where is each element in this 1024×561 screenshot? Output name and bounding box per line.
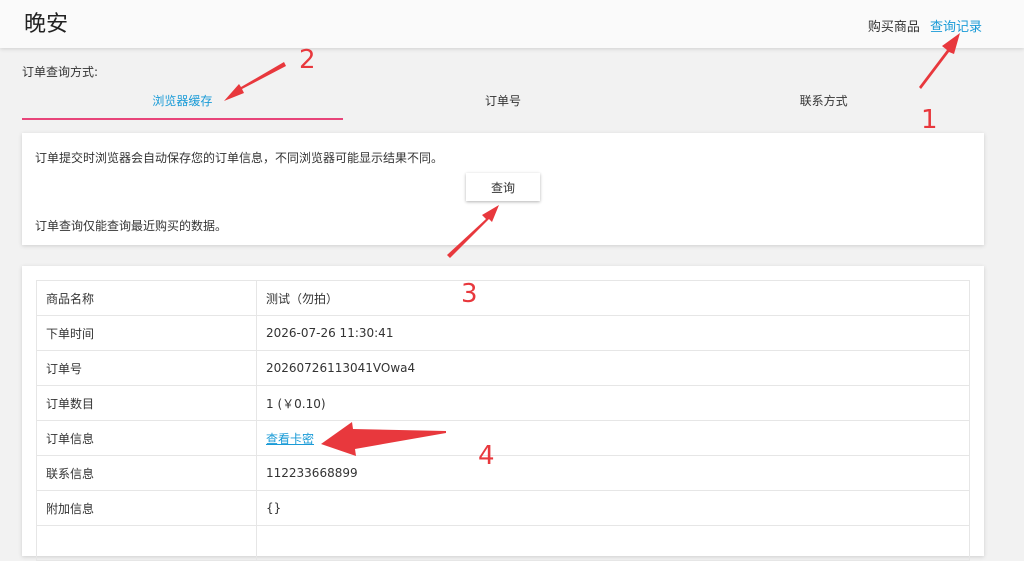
query-note: 订单查询仅能查询最近购买的数据。 — [35, 219, 228, 233]
row-key: 附加信息 — [36, 490, 257, 526]
annotation-label-2: 2 — [299, 45, 316, 75]
table-row: 商品名称 测试（勿拍） — [36, 280, 970, 316]
row-key: 订单号 — [36, 350, 257, 386]
query-description: 订单提交时浏览器会自动保存您的订单信息，不同浏览器可能显示结果不同。 — [35, 151, 444, 165]
query-method-label: 订单查询方式: — [22, 65, 99, 79]
top-nav: 购买商品 查询记录 — [862, 16, 982, 35]
row-value: 1 (￥0.10) — [256, 385, 970, 421]
query-method-tabs: 浏览器缓存 订单号 联系方式 — [22, 86, 984, 120]
table-row: 订单信息 查看卡密 — [36, 420, 970, 456]
tab-browser-cache[interactable]: 浏览器缓存 — [22, 86, 343, 120]
site-brand[interactable]: 晚安 — [24, 6, 68, 38]
row-value: 112233668899 — [256, 455, 970, 491]
row-value: {} — [256, 490, 970, 526]
row-key: 商品名称 — [36, 280, 257, 316]
row-key — [36, 525, 257, 561]
row-value: 测试（勿拍） — [256, 280, 970, 316]
row-value: 2026-07-26 11:30:41 — [256, 315, 970, 351]
tab-order-number[interactable]: 订单号 — [343, 86, 664, 120]
query-button[interactable]: 查询 — [466, 173, 540, 201]
row-key: 订单信息 — [36, 420, 257, 456]
table-row: 下单时间 2026-07-26 11:30:41 — [36, 315, 970, 351]
table-row: 订单号 20260726113041VOwa4 — [36, 350, 970, 386]
table-row: 联系信息 112233668899 — [36, 455, 970, 491]
row-key: 联系信息 — [36, 455, 257, 491]
query-panel: 订单提交时浏览器会自动保存您的订单信息，不同浏览器可能显示结果不同。 查询 订单… — [22, 133, 984, 245]
row-value — [256, 525, 970, 561]
table-row: 附加信息 {} — [36, 490, 970, 526]
table-row: 订单数目 1 (￥0.10) — [36, 385, 970, 421]
row-value: 20260726113041VOwa4 — [256, 350, 970, 386]
table-row — [36, 525, 970, 561]
order-details-table: 商品名称 测试（勿拍） 下单时间 2026-07-26 11:30:41 订单号… — [36, 280, 970, 561]
nav-buy-products[interactable]: 购买商品 — [868, 20, 920, 35]
row-key: 订单数目 — [36, 385, 257, 421]
order-result-panel: 商品名称 测试（勿拍） 下单时间 2026-07-26 11:30:41 订单号… — [22, 266, 984, 561]
row-value: 查看卡密 — [256, 420, 970, 456]
row-key: 下单时间 — [36, 315, 257, 351]
tab-contact[interactable]: 联系方式 — [663, 86, 984, 120]
nav-order-history[interactable]: 查询记录 — [930, 20, 982, 35]
view-card-secret-link[interactable]: 查看卡密 — [266, 432, 314, 446]
top-bar: 晚安 购买商品 查询记录 — [0, 0, 1024, 48]
